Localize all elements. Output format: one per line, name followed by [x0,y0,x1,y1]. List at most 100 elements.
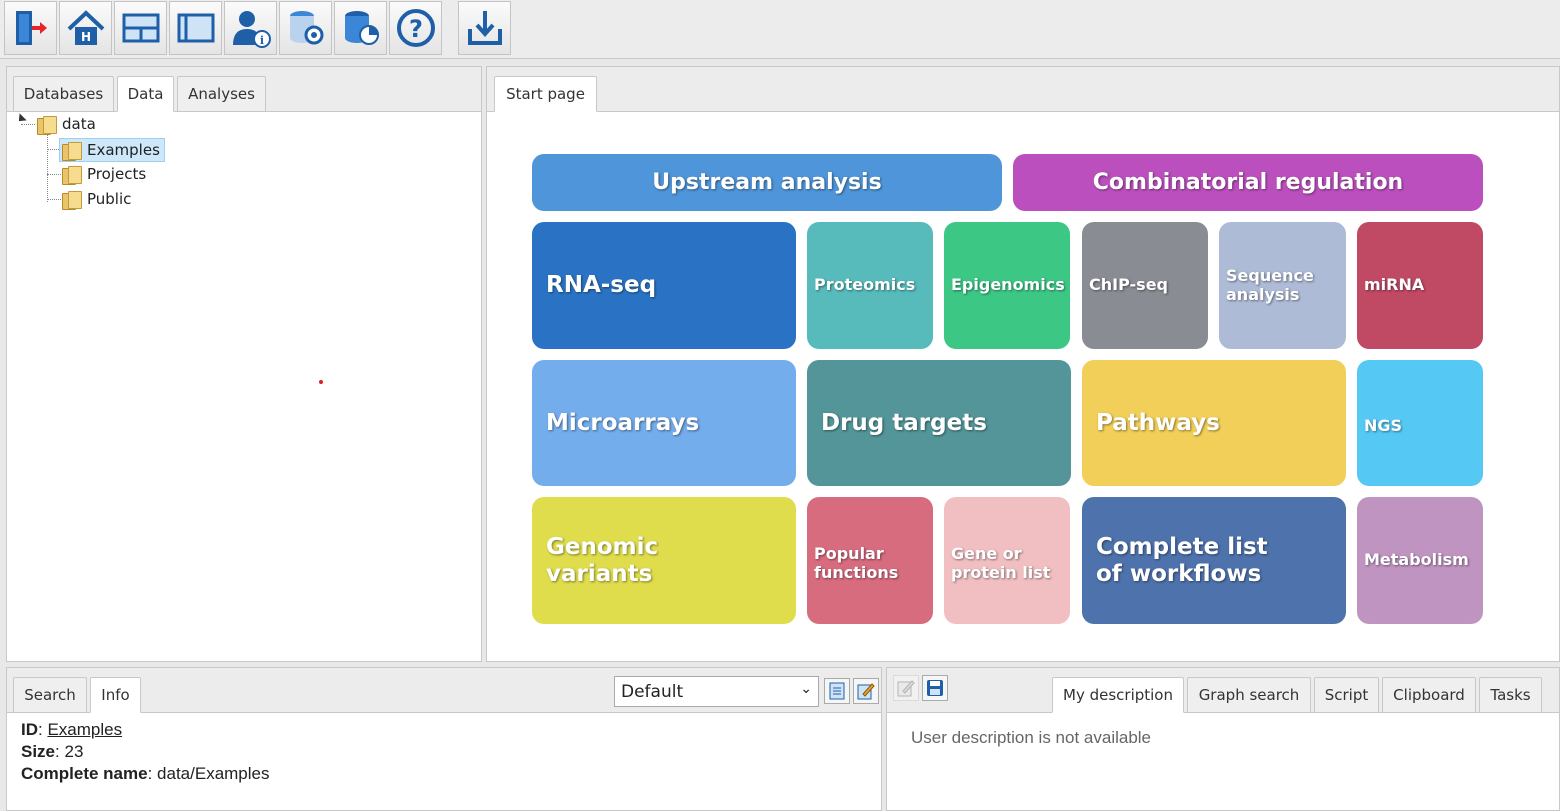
import-button[interactable] [458,1,511,55]
help-button[interactable]: ? [389,1,442,55]
tab-script[interactable]: Script [1314,677,1379,713]
view-document-button[interactable] [824,678,850,704]
user-info-icon: i [232,11,271,48]
tree-connector [47,199,61,200]
tile-label: Combinatorial regulation [1092,169,1404,195]
svg-text:H: H [80,30,90,44]
edit-icon [897,680,915,697]
tab-info[interactable]: Info [90,677,141,713]
edit-view-button[interactable] [853,678,879,704]
tile-label: RNA-seq [546,272,657,299]
repository-panel: Databases Data Analyses data Examples Pr… [6,66,482,662]
chip-seq-tile[interactable]: ChIP-seq [1082,222,1208,349]
drug-targets-tile[interactable]: Drug targets [807,360,1071,486]
tab-data[interactable]: Data [117,76,174,112]
database-analysis-button[interactable] [334,1,387,55]
tile-label: Pathways [1096,409,1220,436]
tile-label: Microarrays [546,409,700,436]
info-panel: Search Info Default ⌄ ID: Examples Size:… [6,667,882,811]
chevron-down-icon: ⌄ [800,681,812,697]
document-icon [829,682,845,700]
tree-node-public[interactable]: Public [62,188,131,210]
tab-databases[interactable]: Databases [13,76,114,112]
home-button[interactable]: H [59,1,112,55]
help-icon: ? [396,9,435,47]
tab-search[interactable]: Search [13,677,87,713]
edit-icon [857,683,875,700]
tile-label: Sequence analysis [1226,266,1314,304]
repository-tabstrip: Databases Data Analyses [7,67,481,112]
tree-node-examples[interactable]: Examples [59,138,165,162]
pathways-tile[interactable]: Pathways [1082,360,1346,486]
layout-split-button[interactable] [114,1,167,55]
microarrays-tile[interactable]: Microarrays [532,360,796,486]
database-settings-icon [289,11,323,45]
tree-node-label: data [62,115,96,133]
tile-label: miRNA [1364,275,1425,295]
tile-label: Metabolism [1364,550,1469,570]
view-select[interactable]: Default ⌄ [614,676,819,707]
tab-graph-search[interactable]: Graph search [1187,677,1311,713]
tab-tasks[interactable]: Tasks [1479,677,1542,713]
folder-icon [62,141,82,161]
info-size-label: Size [21,742,56,761]
genomic-variants-tile[interactable]: Genomic variants [532,497,796,624]
database-analysis-icon [344,11,379,45]
complete-workflows-tile[interactable]: Complete list of workflows [1082,497,1346,624]
info-size-value: 23 [64,742,84,761]
folder-icon [62,190,82,210]
tile-label: Genomic variants [546,534,659,587]
tab-analyses[interactable]: Analyses [177,76,266,112]
tree-connector [47,134,48,202]
edit-description-button[interactable] [893,675,919,701]
tile-label: Drug targets [821,409,987,436]
tile-label: Proteomics [814,275,916,295]
tree-node-label: Projects [87,165,147,183]
info-id-link[interactable]: Examples [47,720,122,739]
description-message: User description is not available [911,728,1152,747]
tab-my-description[interactable]: My description [1052,677,1184,713]
tile-label: Gene or protein list [951,544,1051,582]
info-id-line: ID: Examples [21,720,123,739]
sequence-analysis-tile[interactable]: Sequence analysis [1219,222,1346,349]
expand-arrow-icon[interactable] [15,113,27,125]
main-toolbar: H i ? [0,0,1560,59]
tree-node-projects[interactable]: Projects [62,163,146,185]
svg-text:i: i [259,34,263,47]
info-name-value: data/Examples [157,764,270,783]
tile-label: Popular functions [814,544,899,582]
combinatorial-regulation-header[interactable]: Combinatorial regulation [1013,154,1483,211]
proteomics-tile[interactable]: Proteomics [807,222,933,349]
tile-label: Upstream analysis [652,169,882,195]
metabolism-tile[interactable]: Metabolism [1357,497,1483,624]
database-settings-button[interactable] [279,1,332,55]
document-tabstrip: Start page [487,67,1559,112]
tab-clipboard[interactable]: Clipboard [1382,677,1476,713]
view-select-value: Default [621,681,684,702]
rna-seq-tile[interactable]: RNA-seq [532,222,796,349]
tile-label: Complete list of workflows [1096,534,1268,587]
gene-protein-list-tile[interactable]: Gene or protein list [944,497,1070,624]
user-info-button[interactable]: i [224,1,277,55]
popular-functions-tile[interactable]: Popular functions [807,497,933,624]
tile-label: Epigenomics [951,275,1065,295]
logout-button[interactable] [4,1,57,55]
home-icon: H [67,10,104,45]
info-name-label: Complete name [21,764,148,783]
layout-panel-button[interactable] [169,1,222,55]
description-tabstrip: My description Graph search Script Clipb… [887,668,1559,713]
folder-icon [37,115,57,135]
ngs-tile[interactable]: NGS [1357,360,1483,486]
save-description-button[interactable] [922,675,948,701]
tree-node-label: Public [87,190,132,208]
upstream-analysis-header[interactable]: Upstream analysis [532,154,1002,211]
import-icon [467,11,502,45]
epigenomics-tile[interactable]: Epigenomics [944,222,1070,349]
tree-node-label: Examples [87,141,160,159]
logout-icon [15,11,47,45]
tab-start-page[interactable]: Start page [494,76,597,112]
tree-node-data[interactable]: data [37,113,96,135]
document-panel: Start page Upstream analysis Combinatori… [486,66,1560,662]
mirna-tile[interactable]: miRNA [1357,222,1483,349]
info-id-label: ID [21,720,38,739]
